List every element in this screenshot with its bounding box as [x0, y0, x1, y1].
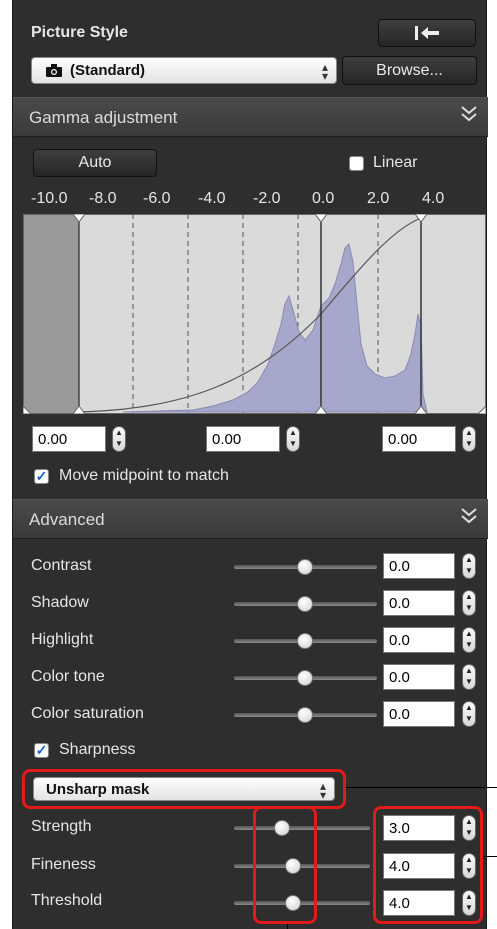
shadow-slider-knob[interactable]: [297, 596, 313, 612]
gamma-section-header[interactable]: Gamma adjustment: [13, 97, 488, 137]
picture-style-value: (Standard): [70, 62, 145, 79]
linear-checkbox[interactable]: [349, 156, 364, 171]
picture-style-label: Picture Style: [31, 24, 128, 41]
ev-tick: 2.0: [367, 190, 390, 207]
threshold-label: Threshold: [31, 892, 103, 909]
ev-tick: -6.0: [143, 190, 171, 207]
collapse-chevron-icon[interactable]: [460, 104, 478, 127]
contrast-stepper[interactable]: ▲ ▼: [462, 553, 476, 579]
auto-button[interactable]: Auto: [33, 149, 157, 177]
browse-button[interactable]: Browse...: [342, 56, 477, 85]
color-tone-field[interactable]: 0.0: [383, 664, 455, 690]
ev-tick: 4.0: [422, 190, 445, 207]
shadow-stepper[interactable]: ▲ ▼: [462, 590, 476, 616]
highlight-label: Highlight: [31, 631, 94, 648]
highlight-field[interactable]: 0.0: [383, 627, 455, 653]
ev-tick: -2.0: [253, 190, 281, 207]
move-midpoint-label: Move midpoint to match: [59, 467, 229, 484]
move-midpoint-checkbox[interactable]: ✓: [34, 469, 49, 484]
ev-tick: -8.0: [89, 190, 117, 207]
color-saturation-field[interactable]: 0.0: [383, 701, 455, 727]
ev-tick: 0.0: [312, 190, 335, 207]
sharpness-label: Sharpness: [59, 741, 136, 758]
select-arrows-icon: ▴ ▾: [321, 60, 328, 83]
color-saturation-label: Color saturation: [31, 705, 144, 722]
reset-picture-style-button[interactable]: [378, 19, 476, 47]
sharpness-checkbox[interactable]: ✓: [34, 743, 49, 758]
callout-line: [287, 924, 288, 929]
color-tone-slider-knob[interactable]: [297, 670, 313, 686]
ev-tick: -10.0: [31, 190, 68, 207]
contrast-label: Contrast: [31, 557, 92, 574]
white-point-field[interactable]: 0.00: [382, 426, 456, 452]
color-saturation-stepper[interactable]: ▲ ▼: [462, 701, 476, 727]
contrast-field[interactable]: 0.0: [383, 553, 455, 579]
ev-tick: -4.0: [198, 190, 226, 207]
gamma-histogram-graph[interactable]: [23, 214, 486, 414]
highlight-sharp-sliders: [253, 806, 317, 924]
contrast-slider-knob[interactable]: [297, 559, 313, 575]
highlight-stepper[interactable]: ▲ ▼: [462, 627, 476, 653]
mid-point-stepper[interactable]: ▲ ▼: [286, 426, 300, 452]
fineness-label: Fineness: [31, 856, 96, 873]
black-point-stepper[interactable]: ▲ ▼: [112, 426, 126, 452]
callout-line: [483, 856, 497, 857]
highlight-sharp-fields: [373, 806, 483, 924]
advanced-section-header[interactable]: Advanced: [13, 499, 488, 539]
picture-style-select[interactable]: (Standard) ▴ ▾: [31, 57, 337, 84]
mid-point-field[interactable]: 0.00: [206, 426, 280, 452]
black-point-field[interactable]: 0.00: [32, 426, 106, 452]
strength-label: Strength: [31, 818, 92, 835]
highlight-slider-knob[interactable]: [297, 633, 313, 649]
color-saturation-slider-knob[interactable]: [297, 707, 313, 723]
color-tone-label: Color tone: [31, 668, 105, 685]
camera-icon: [46, 64, 62, 77]
advanced-title: Advanced: [29, 510, 105, 529]
shadow-field[interactable]: 0.0: [383, 590, 455, 616]
collapse-chevron-icon[interactable]: [460, 506, 478, 529]
color-tone-stepper[interactable]: ▲ ▼: [462, 664, 476, 690]
revert-arrow-icon: [415, 26, 439, 40]
gamma-title: Gamma adjustment: [29, 108, 178, 127]
shadow-label: Shadow: [31, 594, 89, 611]
callout-line: [346, 787, 497, 788]
linear-label: Linear: [373, 154, 418, 171]
highlight-sharpness-mode: [22, 769, 346, 809]
white-point-stepper[interactable]: ▲ ▼: [462, 426, 476, 452]
